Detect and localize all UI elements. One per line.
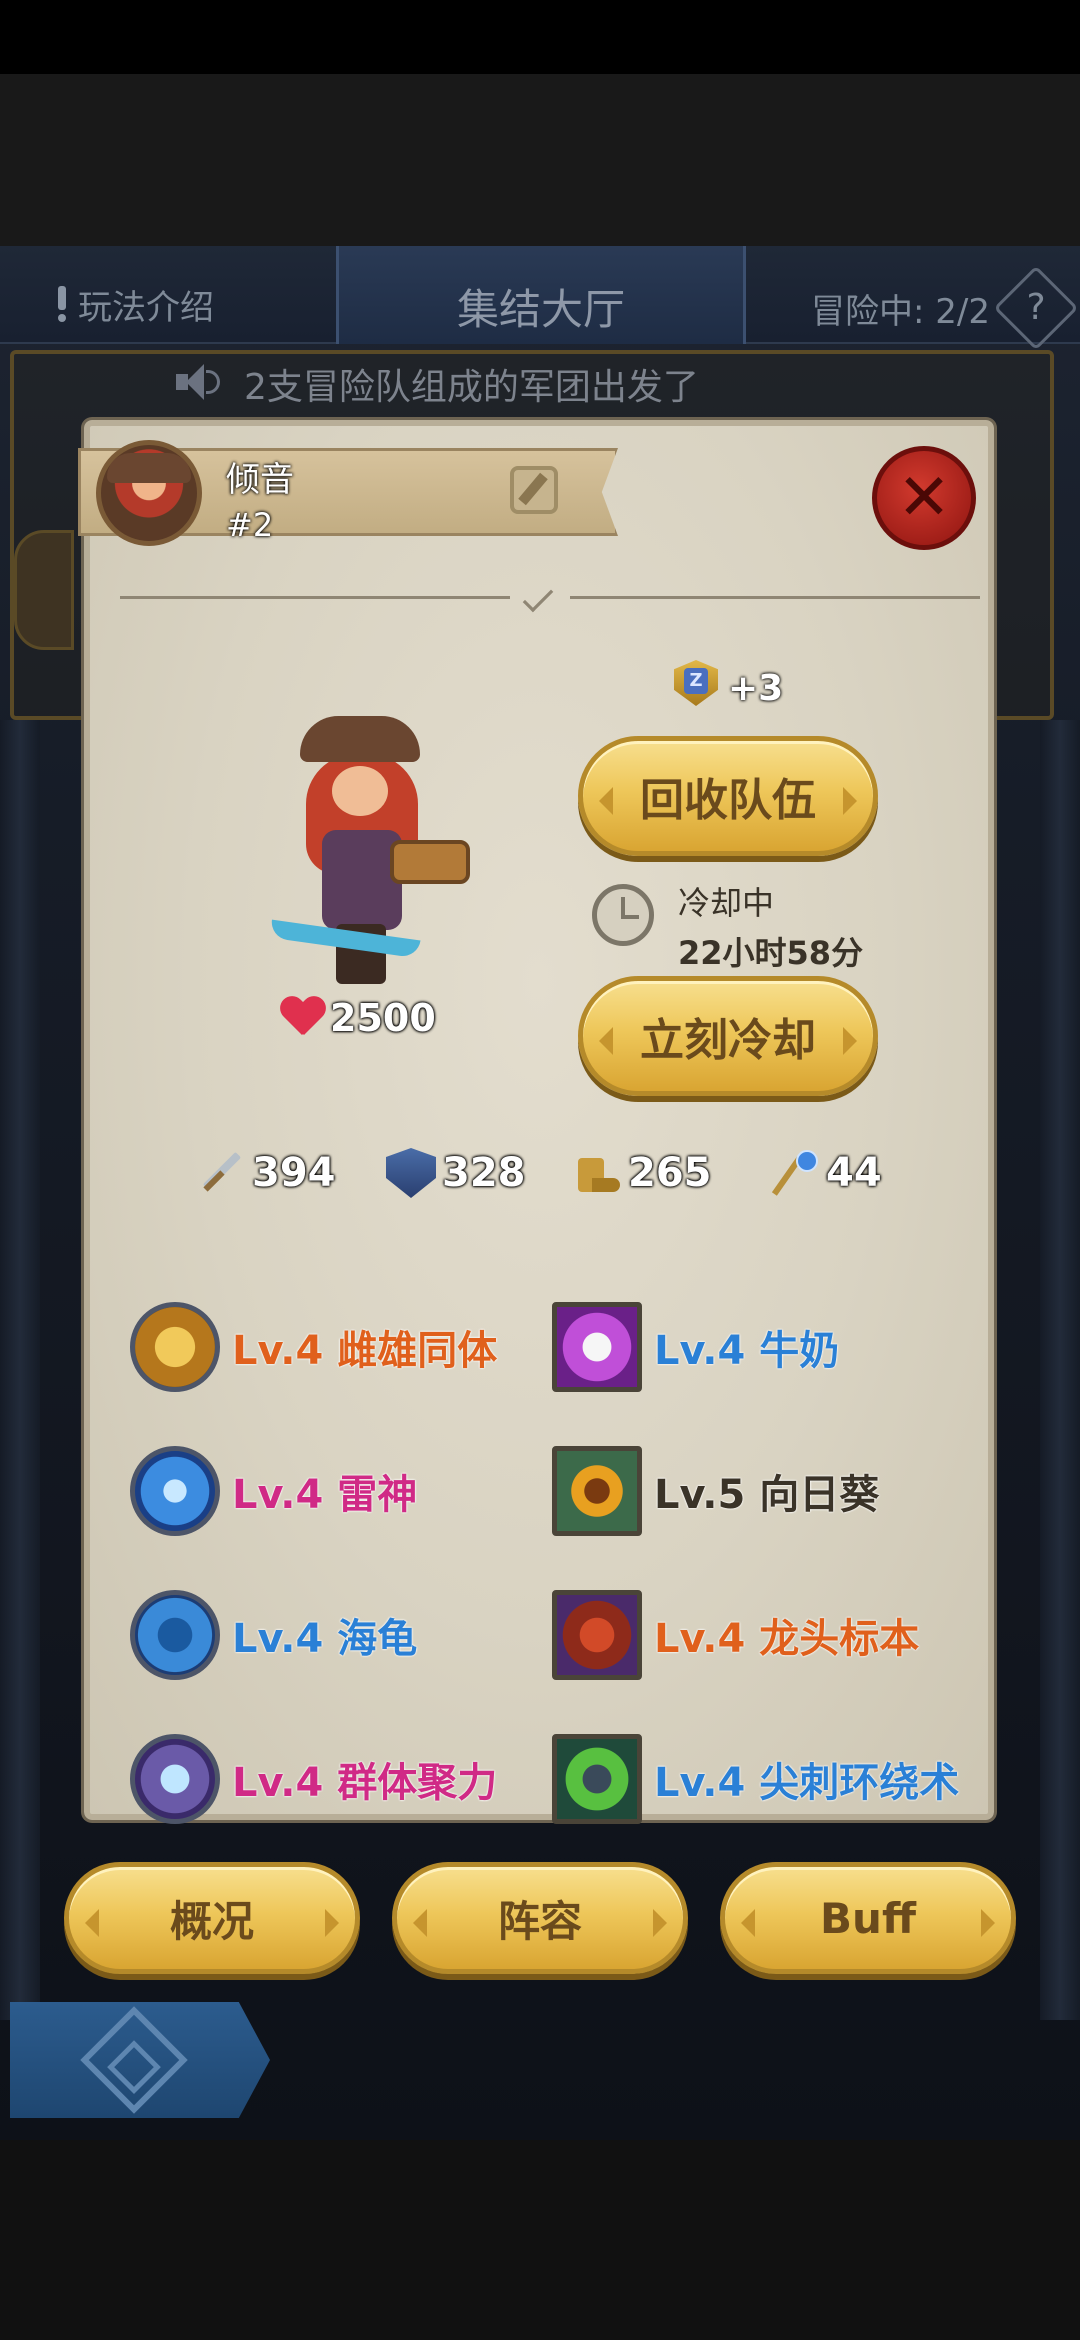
attack-stat: 394 bbox=[196, 1148, 336, 1198]
skill-item[interactable]: Lv.4 牛奶 bbox=[552, 1302, 839, 1392]
skill-item[interactable]: Lv.4 尖刺环绕术 bbox=[552, 1734, 959, 1824]
heart-icon bbox=[280, 997, 326, 1039]
announcement-text: 2支冒险队组成的军团出发了 bbox=[244, 367, 699, 408]
rank-badge-icon: Z bbox=[674, 660, 718, 716]
thunder-god-icon bbox=[130, 1446, 220, 1536]
clock-icon bbox=[592, 884, 654, 946]
defense-value: 328 bbox=[442, 1150, 526, 1196]
tab-buff-label: Buff bbox=[820, 1893, 916, 1943]
instant-cooldown-button[interactable]: 立刻冷却 bbox=[578, 976, 878, 1096]
panel-divider bbox=[120, 581, 980, 613]
attack-value: 394 bbox=[252, 1150, 336, 1196]
cooldown-time: 22小时58分 bbox=[678, 934, 864, 972]
player-name: 倾音 bbox=[226, 460, 294, 500]
sunflower-icon bbox=[552, 1446, 642, 1536]
spike-ring-icon bbox=[552, 1734, 642, 1824]
milk-icon bbox=[552, 1302, 642, 1392]
player-rank: #2 bbox=[226, 506, 274, 544]
magic-stat: 44 bbox=[770, 1148, 882, 1198]
help-button[interactable]: 玩法介绍 bbox=[54, 276, 214, 332]
adventure-status: 冒险中: 2/2 bbox=[811, 292, 990, 332]
shield-icon bbox=[386, 1148, 436, 1198]
tab-overview-label: 概况 bbox=[169, 1896, 254, 1946]
winged-boot-icon bbox=[572, 1148, 622, 1198]
left-pillar bbox=[0, 720, 40, 2020]
speaker-icon bbox=[176, 362, 222, 402]
instant-cooldown-label: 立刻冷却 bbox=[640, 1015, 816, 1066]
sea-turtle-icon bbox=[130, 1590, 220, 1680]
close-button[interactable]: ✕ bbox=[872, 446, 976, 550]
side-shield-decoration bbox=[14, 530, 74, 650]
edit-icon[interactable] bbox=[510, 466, 558, 514]
recall-team-label: 回收队伍 bbox=[640, 775, 816, 826]
defense-stat: 328 bbox=[386, 1148, 526, 1198]
skill-item[interactable]: Lv.4 雷神 bbox=[130, 1446, 417, 1536]
tab-buff[interactable]: Buff bbox=[720, 1862, 1016, 1974]
skill-item[interactable]: Lv.4 雌雄同体 bbox=[130, 1302, 497, 1392]
status-bar bbox=[0, 0, 1080, 74]
hp-value: 2500 bbox=[330, 996, 436, 1040]
top-band bbox=[0, 74, 1080, 246]
speed-value: 265 bbox=[628, 1150, 712, 1196]
rank-bonus: Z +3 bbox=[674, 660, 783, 716]
dragon-head-icon bbox=[552, 1590, 642, 1680]
right-pillar bbox=[1040, 720, 1080, 2020]
tab-lineup[interactable]: 阵容 bbox=[392, 1862, 688, 1974]
avatar[interactable] bbox=[96, 440, 202, 546]
exclamation-icon bbox=[54, 286, 68, 322]
magic-value: 44 bbox=[826, 1150, 882, 1196]
hermaphrodite-icon bbox=[130, 1302, 220, 1392]
hero-portrait bbox=[250, 710, 470, 990]
recall-team-button[interactable]: 回收队伍 bbox=[578, 736, 878, 856]
sword-icon bbox=[196, 1148, 246, 1198]
help-label: 玩法介绍 bbox=[78, 287, 214, 328]
rank-bonus-value: +3 bbox=[728, 667, 784, 709]
skill-item[interactable]: Lv.4 海龟 bbox=[130, 1590, 417, 1680]
close-icon: ✕ bbox=[897, 461, 951, 535]
navigation-bar bbox=[0, 2140, 1080, 2340]
page-title: 集结大厅 bbox=[456, 285, 625, 334]
question-icon: ? bbox=[1026, 287, 1046, 328]
skill-item[interactable]: Lv.5 向日葵 bbox=[552, 1446, 879, 1536]
cooldown-label: 冷却中 bbox=[678, 884, 775, 922]
speed-stat: 265 bbox=[572, 1148, 712, 1198]
wand-icon bbox=[770, 1148, 820, 1198]
tab-overview[interactable]: 概况 bbox=[64, 1862, 360, 1974]
skill-item[interactable]: Lv.4 群体聚力 bbox=[130, 1734, 497, 1824]
skill-item[interactable]: Lv.4 龙头标本 bbox=[552, 1590, 919, 1680]
hero-hp: 2500 bbox=[280, 996, 436, 1040]
tab-lineup-label: 阵容 bbox=[497, 1896, 582, 1946]
group-power-icon bbox=[130, 1734, 220, 1824]
